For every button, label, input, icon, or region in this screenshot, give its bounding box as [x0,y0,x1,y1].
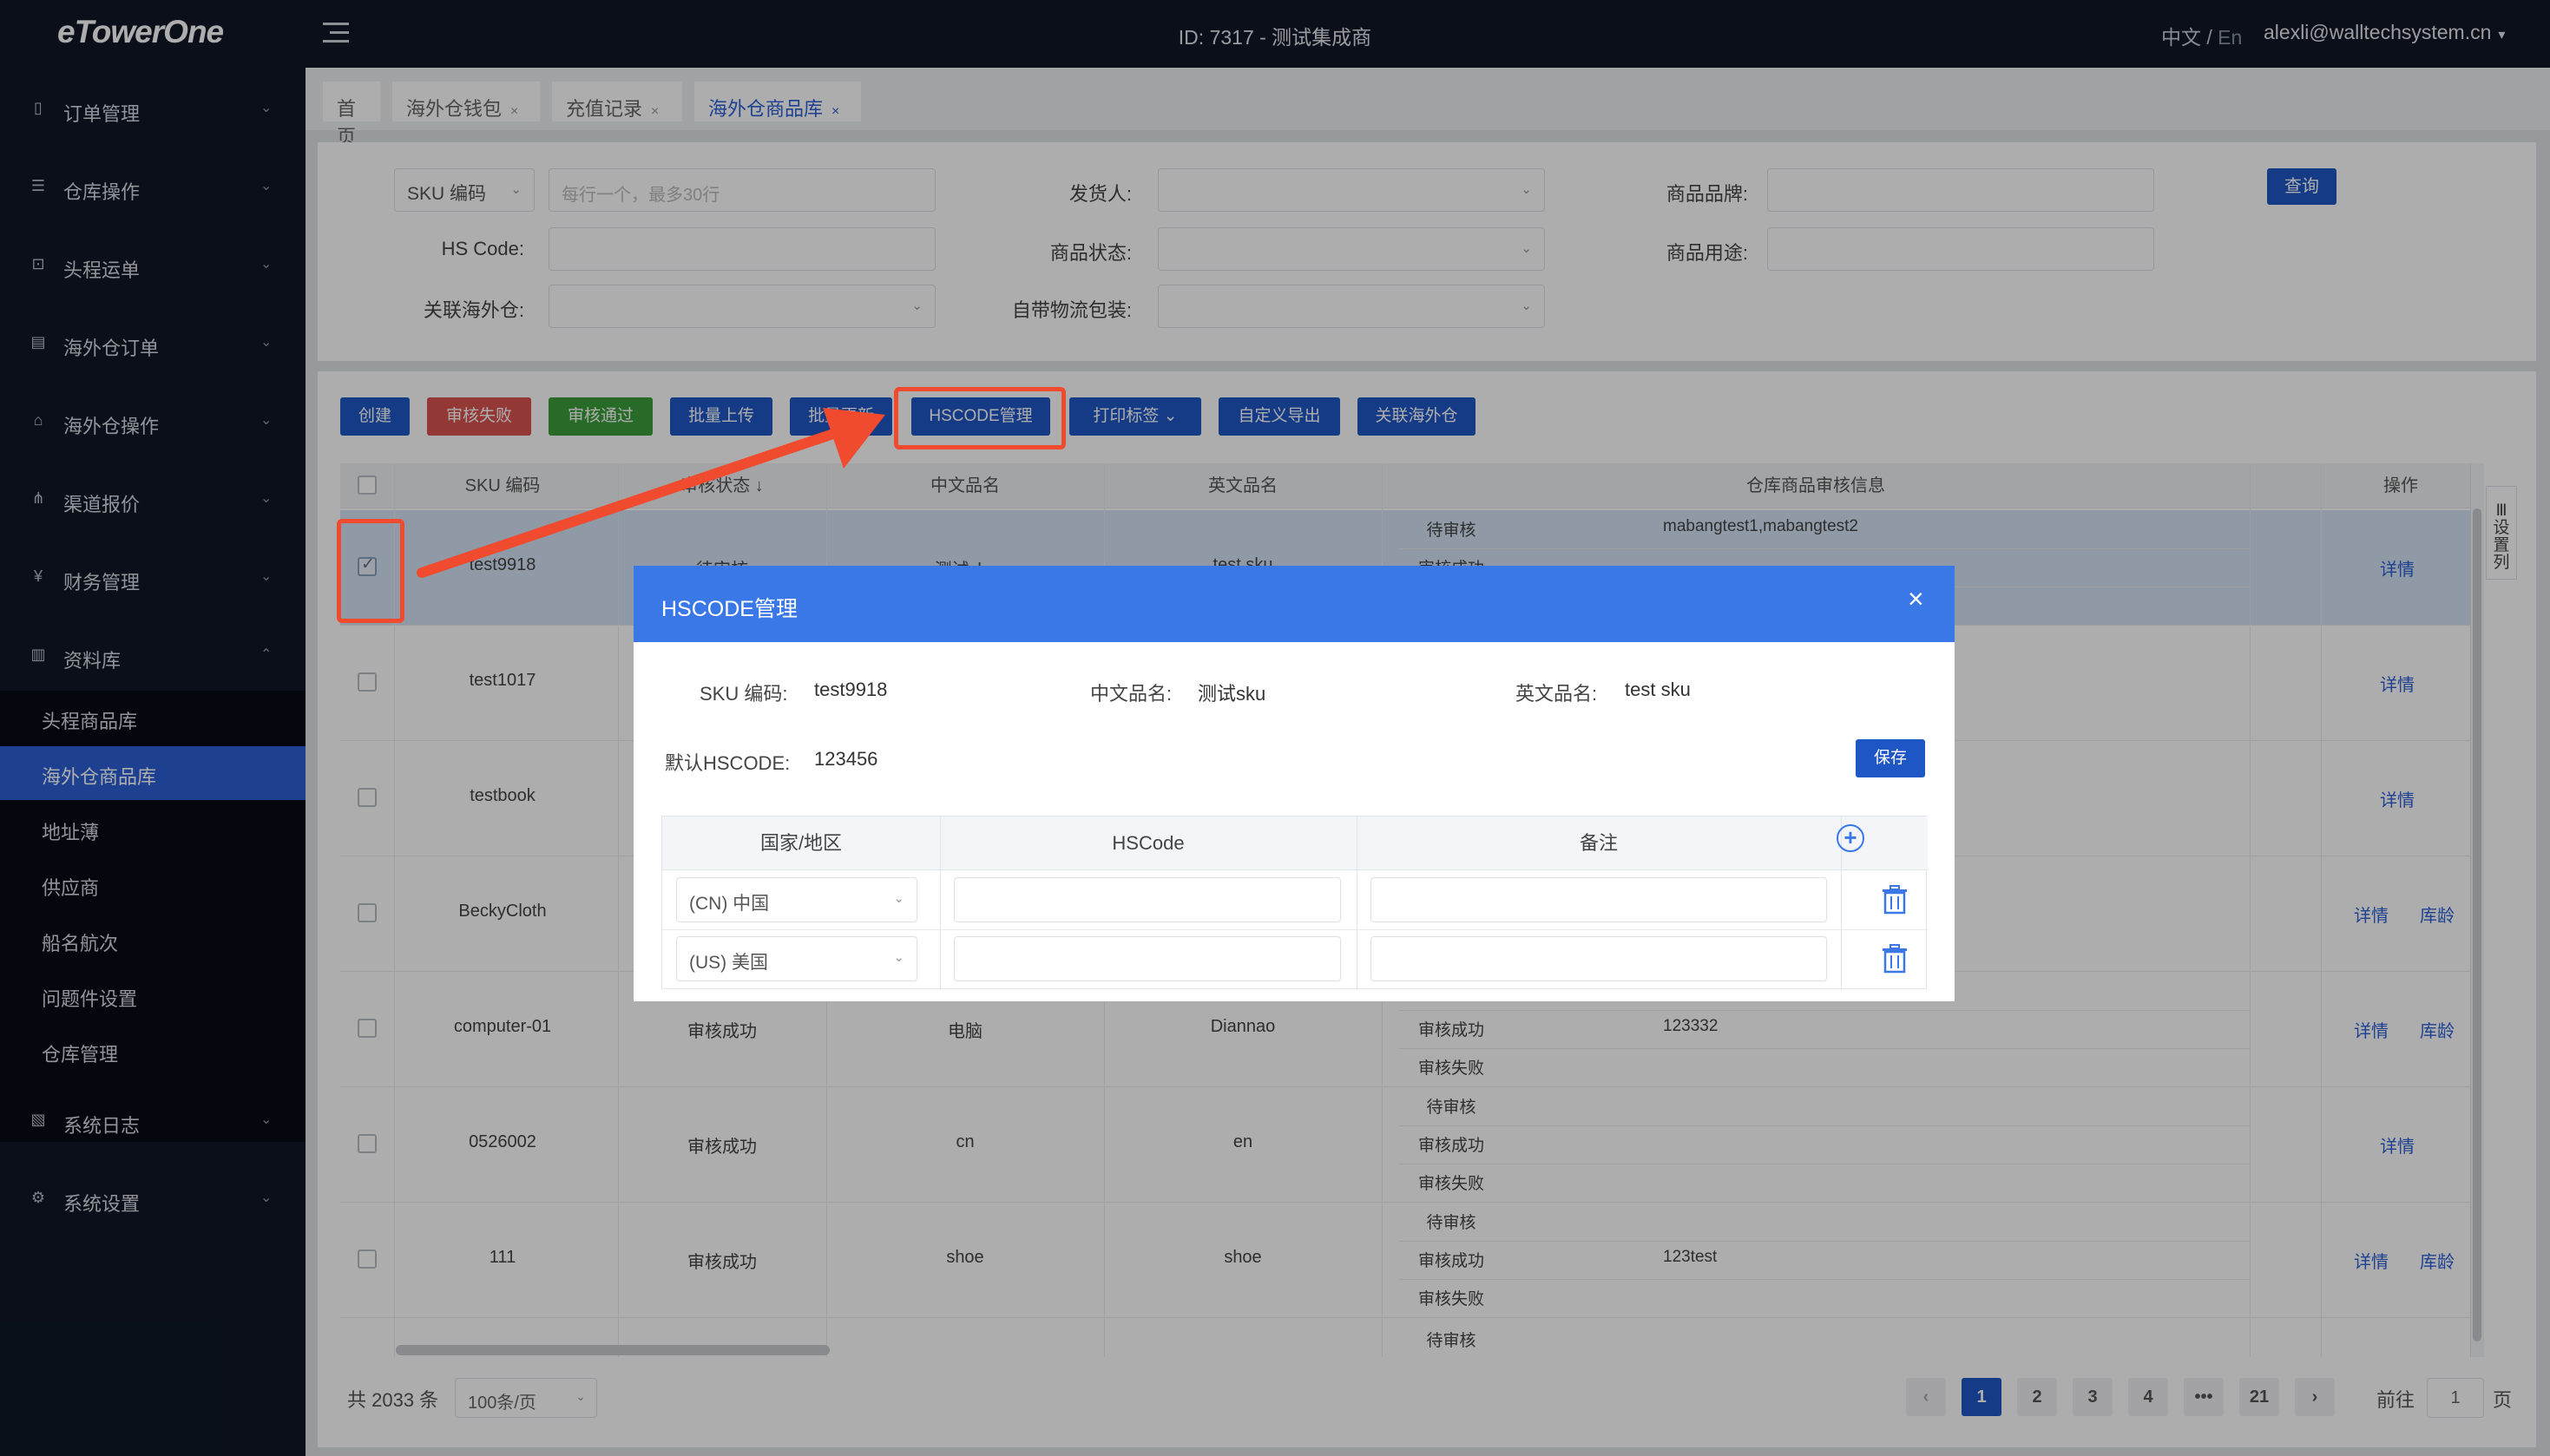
cn-name-label: 中文品名: [1090,683,1173,705]
trash-icon[interactable] [1882,944,1908,974]
chevron-down-icon: ⌄ [893,891,904,906]
hscode-input-us[interactable] [954,936,1341,981]
en-name-label: 英文品名: [1515,683,1598,705]
annotation-button-highlight [894,387,1066,449]
chevron-down-icon: ⌄ [893,950,904,965]
hscode-input-cn[interactable] [954,877,1341,922]
remark-input-us[interactable] [1370,936,1827,981]
col-country: 国家/地区 [662,817,940,870]
save-button[interactable]: 保存 [1856,739,1925,777]
en-name-value: test sku [1625,679,1691,700]
table-divider [940,817,941,990]
country-select-us[interactable]: (US) 美国 ⌄ [676,936,917,981]
trash-icon[interactable] [1882,885,1908,915]
annotation-checkbox-highlight [337,519,404,623]
sku-label: SKU 编码: [700,683,788,705]
add-row-icon[interactable]: + [1837,824,1864,852]
hscode-table: 国家/地区 HSCode 备注 (CN) 中国 ⌄ (US) 美国 ⌄ [661,816,1928,990]
remark-input-cn[interactable] [1370,877,1827,922]
country-select-cn[interactable]: (CN) 中国 ⌄ [676,877,917,922]
row-divider [662,929,1928,930]
col-remark: 备注 [1357,817,1841,870]
cn-name-value: 测试sku [1198,683,1266,705]
modal-title: HSCODE管理 [661,597,798,621]
close-icon[interactable]: × [1908,585,1924,613]
col-hscode: HSCode [940,817,1357,870]
sku-value: test9918 [814,679,888,700]
default-hscode-value: 123456 [814,748,878,770]
hscode-modal: HSCODE管理 × SKU 编码: test9918 中文品名: 测试sku … [634,566,1955,1001]
modal-header: HSCODE管理 × [634,566,1955,642]
default-hscode-label: 默认HSCODE: [665,752,791,774]
